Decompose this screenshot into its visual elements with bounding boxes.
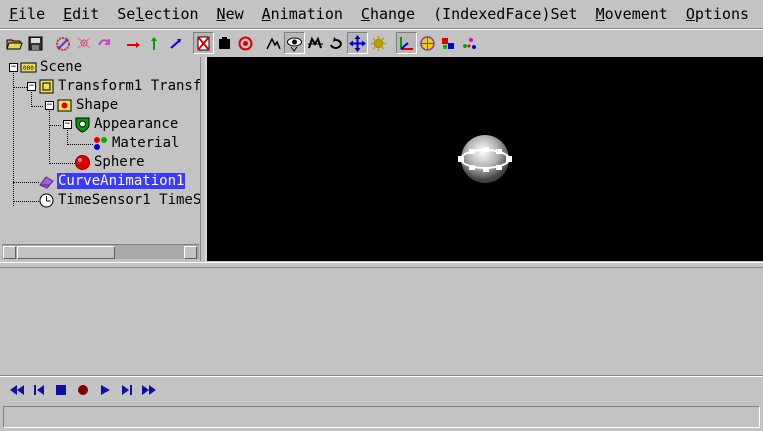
3d-viewport[interactable] <box>205 57 763 261</box>
cut-icon[interactable] <box>53 32 74 54</box>
scene-node-icon: 000 <box>20 59 37 76</box>
scroll-left-icon[interactable] <box>3 246 16 259</box>
sphere-node-icon <box>74 154 91 171</box>
open-folder-icon[interactable] <box>4 32 25 54</box>
collapse-appearance-icon[interactable]: − <box>63 120 72 129</box>
record-button-icon[interactable] <box>72 380 94 400</box>
step-back-icon[interactable] <box>28 380 50 400</box>
toolbar <box>0 30 763 56</box>
viewport-canvas[interactable] <box>207 57 763 261</box>
menu-indexedfaceset[interactable]: (IndexedFace)Set <box>433 5 578 23</box>
fast-forward-icon[interactable] <box>138 380 160 400</box>
material-node-icon <box>92 135 109 152</box>
save-icon[interactable] <box>25 32 46 54</box>
transform-node-icon <box>38 78 55 95</box>
clock-icon <box>38 192 55 209</box>
stop-icon[interactable] <box>50 380 72 400</box>
collapse-scene-icon[interactable]: − <box>9 63 18 72</box>
paste-icon[interactable] <box>95 32 116 54</box>
tree-horizontal-scrollbar[interactable] <box>2 244 199 259</box>
playback-controls <box>6 380 160 400</box>
scroll-right-icon[interactable] <box>184 246 197 259</box>
tree-node-shape[interactable]: Shape <box>56 96 119 114</box>
move-x-icon[interactable] <box>123 32 144 54</box>
menu-movement[interactable]: Movement <box>596 5 668 23</box>
collapse-shape-icon[interactable]: − <box>45 101 54 110</box>
menu-file[interactable]: File <box>9 5 45 23</box>
target-icon[interactable] <box>235 32 256 54</box>
menu-bar: File Edit Selection New Animation Change… <box>0 0 763 28</box>
menu-new[interactable]: New <box>217 5 244 23</box>
menu-animation[interactable]: Animation <box>262 5 343 23</box>
axes-icon[interactable] <box>396 32 417 54</box>
menu-edit[interactable]: Edit <box>63 5 99 23</box>
tree-node-scene[interactable]: 000 Scene <box>20 58 83 76</box>
move-z-icon[interactable] <box>165 32 186 54</box>
play-icon[interactable] <box>94 380 116 400</box>
tree-node-material[interactable]: Material <box>92 134 180 152</box>
menu-change[interactable]: Change <box>361 5 415 23</box>
shape-node-icon <box>56 97 73 114</box>
sphere-handle-icon[interactable] <box>417 32 438 54</box>
menu-selection[interactable]: Selection <box>117 5 198 23</box>
copy-icon[interactable] <box>74 32 95 54</box>
rotate-icon[interactable] <box>326 32 347 54</box>
record-icon[interactable] <box>214 32 235 54</box>
fly-icon[interactable] <box>305 32 326 54</box>
tree-node-time-sensor[interactable]: TimeSensor1 TimeSensor <box>38 191 200 209</box>
scroll-thumb[interactable] <box>17 246 115 259</box>
color-icon[interactable] <box>438 32 459 54</box>
svg-text:000: 000 <box>23 65 34 72</box>
sphere-object[interactable] <box>461 135 509 183</box>
appearance-node-icon <box>74 116 91 133</box>
menu-options[interactable]: Options <box>686 5 749 23</box>
tree-node-appearance[interactable]: Appearance <box>74 115 179 133</box>
coords-icon[interactable] <box>459 32 480 54</box>
collapse-transform-icon[interactable]: − <box>27 82 36 91</box>
scene-tree[interactable]: − 000 Scene − Transform1 Transform − Sha… <box>2 57 201 261</box>
status-bar <box>3 406 760 428</box>
delete-route-icon[interactable] <box>193 32 214 54</box>
step-forward-icon[interactable] <box>116 380 138 400</box>
tree-node-sphere[interactable]: Sphere <box>74 153 146 171</box>
panel-separator <box>0 375 763 377</box>
curve-animation-node-icon <box>38 173 55 190</box>
walk-icon[interactable] <box>263 32 284 54</box>
field-panel <box>0 268 763 376</box>
move-y-icon[interactable] <box>144 32 165 54</box>
tree-node-transform[interactable]: Transform1 Transform <box>38 77 200 95</box>
tree-node-curve-animation[interactable]: CurveAnimation1 <box>38 172 186 190</box>
examine-icon[interactable] <box>284 32 305 54</box>
settings-icon[interactable] <box>368 32 389 54</box>
move-icon[interactable] <box>347 32 368 54</box>
rewind-icon[interactable] <box>6 380 28 400</box>
